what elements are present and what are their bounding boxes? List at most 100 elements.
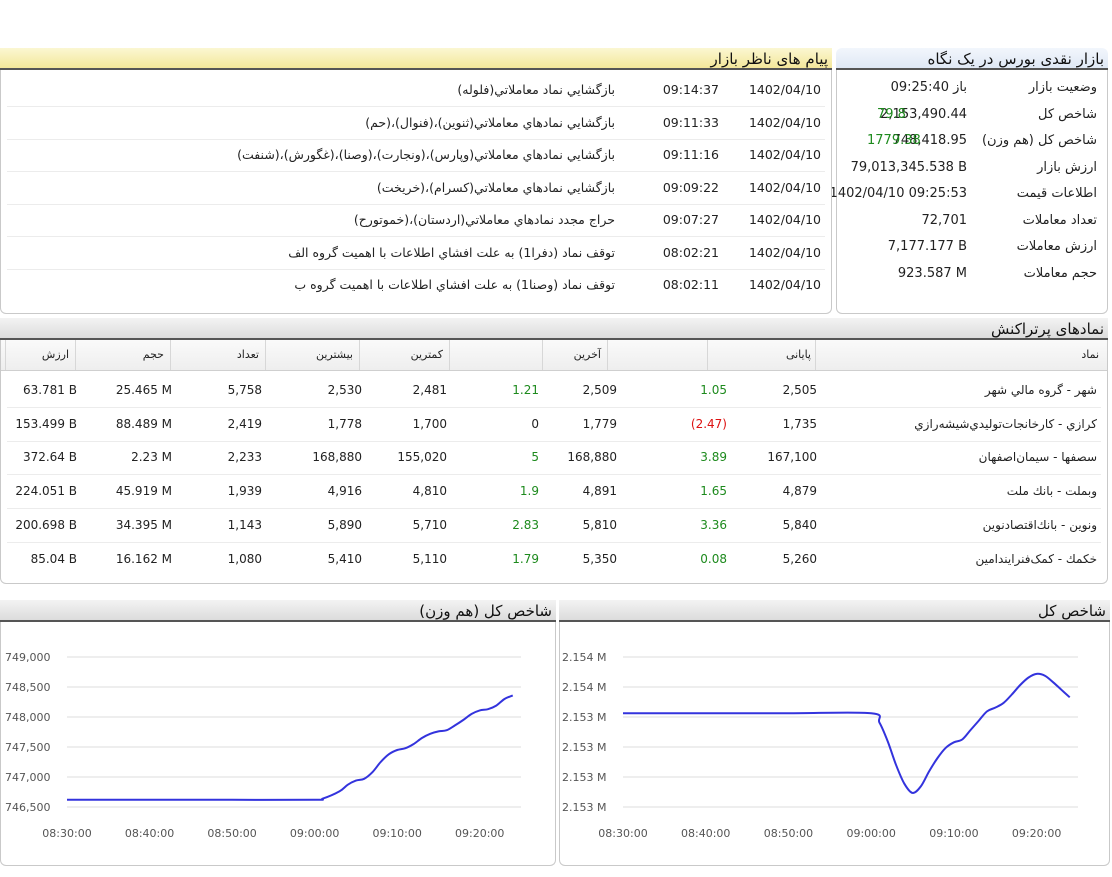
cell-high: 1,778 xyxy=(327,416,362,431)
glance-row: وضعیت بازار باز 09:25:40 xyxy=(837,74,1107,101)
message-text: بازگشايي نمادهاي معاملاتي(ثنوین)،(فنوال)… xyxy=(365,114,615,130)
message-row: 1402/04/10 08:02:11 توقف نماد (وصنا1) به ع… xyxy=(1,269,831,301)
message-date: 1402/04/10 xyxy=(748,114,821,130)
column-header-symbol[interactable]: نماد xyxy=(815,340,1105,370)
y-tick-label: 2.154 M xyxy=(562,681,606,694)
supervisor-messages-panel: پیام های ناظر بازار 1402/04/10 09:14:37 با… xyxy=(0,48,832,314)
message-row: 1402/04/10 09:11:33 بازگشايي نمادهاي معامل… xyxy=(1,107,831,139)
column-header-last[interactable]: آخرین xyxy=(542,340,607,370)
equal-weight-index-chart-body: 746,500 747,000 747,500 748,000 748,500 749,0… xyxy=(0,622,556,866)
column-header-value[interactable]: ارزش xyxy=(5,340,75,370)
column-header-close-chg[interactable] xyxy=(607,340,707,370)
message-time: 08:02:11 xyxy=(662,277,719,292)
cell-close-chg: 3.36 xyxy=(700,517,727,532)
table-row[interactable]: وبملت - بانك ملت 4,879 1.65 4,891 1.9 4,810 4,… xyxy=(1,475,1107,508)
cell-close: 2,505 xyxy=(782,383,817,397)
cell-symbol: وبملت - بانك ملت xyxy=(1006,484,1097,499)
message-time: 09:14:37 xyxy=(662,82,719,97)
x-tick-label: 08:30:00 xyxy=(42,827,91,840)
cell-high: 2,530 xyxy=(327,383,362,397)
message-date: 1402/04/10 xyxy=(748,244,821,260)
cell-close-chg: 1.65 xyxy=(700,484,727,499)
message-time: 09:07:27 xyxy=(662,212,719,227)
cell-last-chg: 1.79 xyxy=(512,551,539,566)
x-tick-label: 09:20:00 xyxy=(455,827,504,840)
y-tick-label: 2.153 M xyxy=(562,711,606,724)
cell-low: 155,020 xyxy=(397,450,447,465)
table-row[interactable]: شهر - گروه مالي شهر 2,505 1.05 2,509 1.21 2,4… xyxy=(1,374,1107,407)
cell-low: 5,110 xyxy=(412,551,447,566)
x-tick-label: 08:30:00 xyxy=(598,827,647,840)
column-header-count[interactable]: تعداد xyxy=(170,340,265,370)
cell-volume: 88.489 M xyxy=(115,416,172,431)
column-header-high[interactable]: بیشترین xyxy=(265,340,359,370)
active-symbols-title: نمادهای پرتراکنش xyxy=(0,318,1108,340)
glance-value: 1402/04/10 09:25:53 xyxy=(829,186,967,201)
glance-label: شاخص کل xyxy=(1038,106,1097,122)
y-tick-label: 2.153 M xyxy=(562,741,606,754)
cell-symbol: ونوین - بانك‌اقتصادنوين xyxy=(982,517,1097,532)
glance-value: 72,701 xyxy=(921,212,968,228)
cell-last-chg: 0 xyxy=(531,416,539,431)
glance-row: تعداد معاملات 72,701 xyxy=(837,207,1107,234)
cell-close: 5,260 xyxy=(782,551,817,566)
cell-close: 4,879 xyxy=(782,484,817,499)
equal-weight-index-chart-title: شاخص کل (هم وزن) xyxy=(0,600,556,622)
cell-low: 4,810 xyxy=(412,484,447,499)
x-tick-label: 09:10:00 xyxy=(929,827,978,840)
y-tick-label: 748,500 xyxy=(5,681,51,694)
cell-symbol: کرازي - کارخانجات‌توليدي‌شيشه‌رازي xyxy=(914,416,1097,431)
glance-label: ارزش بازار xyxy=(1037,159,1097,175)
message-row: 1402/04/10 09:14:37 بازگشايي نماد معاملاتي… xyxy=(1,74,831,106)
message-row: 1402/04/10 08:02:21 توقف نماد (دفرا1) به ع… xyxy=(1,237,831,269)
market-glance-body: وضعیت بازار باز 09:25:40 شاخص کل 2,153,490.… xyxy=(830,70,1108,314)
cell-last: 1,779 xyxy=(582,416,617,431)
glance-label: ارزش معاملات xyxy=(1016,239,1097,254)
cell-close: 1,735 xyxy=(782,416,817,431)
cell-count: 5,758 xyxy=(227,383,262,397)
active-symbols-body: نماد پایانی آخرین کمترین بیشترین تعداد حجم ارزش… xyxy=(0,340,1108,584)
message-time: 09:11:16 xyxy=(662,147,719,162)
message-date: 1402/04/10 xyxy=(748,277,821,292)
equal-weight-index-chart-panel: شاخص کل (هم وزن) 746,500 747,000 747,500 74… xyxy=(0,600,556,866)
table-header: نماد پایانی آخرین کمترین بیشترین تعداد حجم ارزش xyxy=(1,340,1107,371)
cell-low: 5,710 xyxy=(412,517,447,532)
cell-count: 2,419 xyxy=(227,416,262,431)
cell-close: 5,840 xyxy=(782,517,817,532)
column-header-volume[interactable]: حجم xyxy=(75,340,170,370)
glance-change: 1779.38 xyxy=(867,133,921,148)
cell-count: 1,939 xyxy=(227,484,262,499)
glance-value: 7,177.177 B xyxy=(887,239,967,254)
column-header-low[interactable]: کمترین xyxy=(359,340,449,370)
table-row[interactable]: سصفها - سیمان‌اصفهان 167,100 3.89 168,880 5 1… xyxy=(1,441,1107,474)
glance-value: باز 09:25:40 xyxy=(890,80,967,95)
table-row[interactable]: کرازي - کارخانجات‌توليدي‌شيشه‌رازي 1,735 (… xyxy=(1,408,1107,441)
message-date: 1402/04/10 xyxy=(748,212,821,227)
x-tick-label: 09:10:00 xyxy=(372,827,421,840)
cell-last: 2,509 xyxy=(582,383,617,397)
table-row[interactable]: ونوین - بانك‌اقتصادنوين 5,840 3.36 5,810 2.8… xyxy=(1,509,1107,542)
cell-value: 372.64 B xyxy=(22,450,77,465)
glance-row: ارزش معاملات 7,177.177 B xyxy=(837,233,1107,260)
cell-close-chg: 3.89 xyxy=(700,450,727,465)
column-header-close[interactable]: پایانی xyxy=(707,340,817,370)
message-text: توقف نماد (وصنا1) به علت افشاي اطلاعات ب… xyxy=(294,277,615,292)
x-tick-label: 08:50:00 xyxy=(764,827,813,840)
message-row: 1402/04/10 09:07:27 حراج مجدد نمادهاي معام… xyxy=(1,204,831,236)
table-row[interactable]: خكمك - کمک‌فنرایندامین 5,260 0.08 5,350 1.79… xyxy=(1,543,1107,576)
column-header-last-chg[interactable] xyxy=(449,340,542,370)
glance-value: 79,013,345.538 B xyxy=(850,159,967,175)
glance-row: حجم معاملات 923.587 M xyxy=(837,260,1107,287)
cell-count: 1,143 xyxy=(227,517,262,532)
active-symbols-panel: نمادهای پرتراکنش نماد پایانی آخرین کمترین بی… xyxy=(0,318,1108,584)
glance-row: اطلاعات قیمت 1402/04/10 09:25:53 xyxy=(830,180,1107,207)
supervisor-messages-title: پیام های ناظر بازار xyxy=(0,48,832,70)
cell-high: 5,410 xyxy=(327,551,362,566)
cell-volume: 25.465 M xyxy=(115,383,172,397)
glance-row: ارزش بازار 79,013,345.538 B xyxy=(837,154,1107,181)
message-text: بازگشايي نمادهاي معاملاتي(وپارس)،(ونجارت… xyxy=(237,147,615,162)
cell-last: 4,891 xyxy=(582,484,617,499)
y-tick-label: 2.153 M xyxy=(562,801,606,814)
series-line xyxy=(67,694,514,801)
supervisor-messages-body: 1402/04/10 09:14:37 بازگشايي نماد معاملاتي… xyxy=(0,70,832,314)
